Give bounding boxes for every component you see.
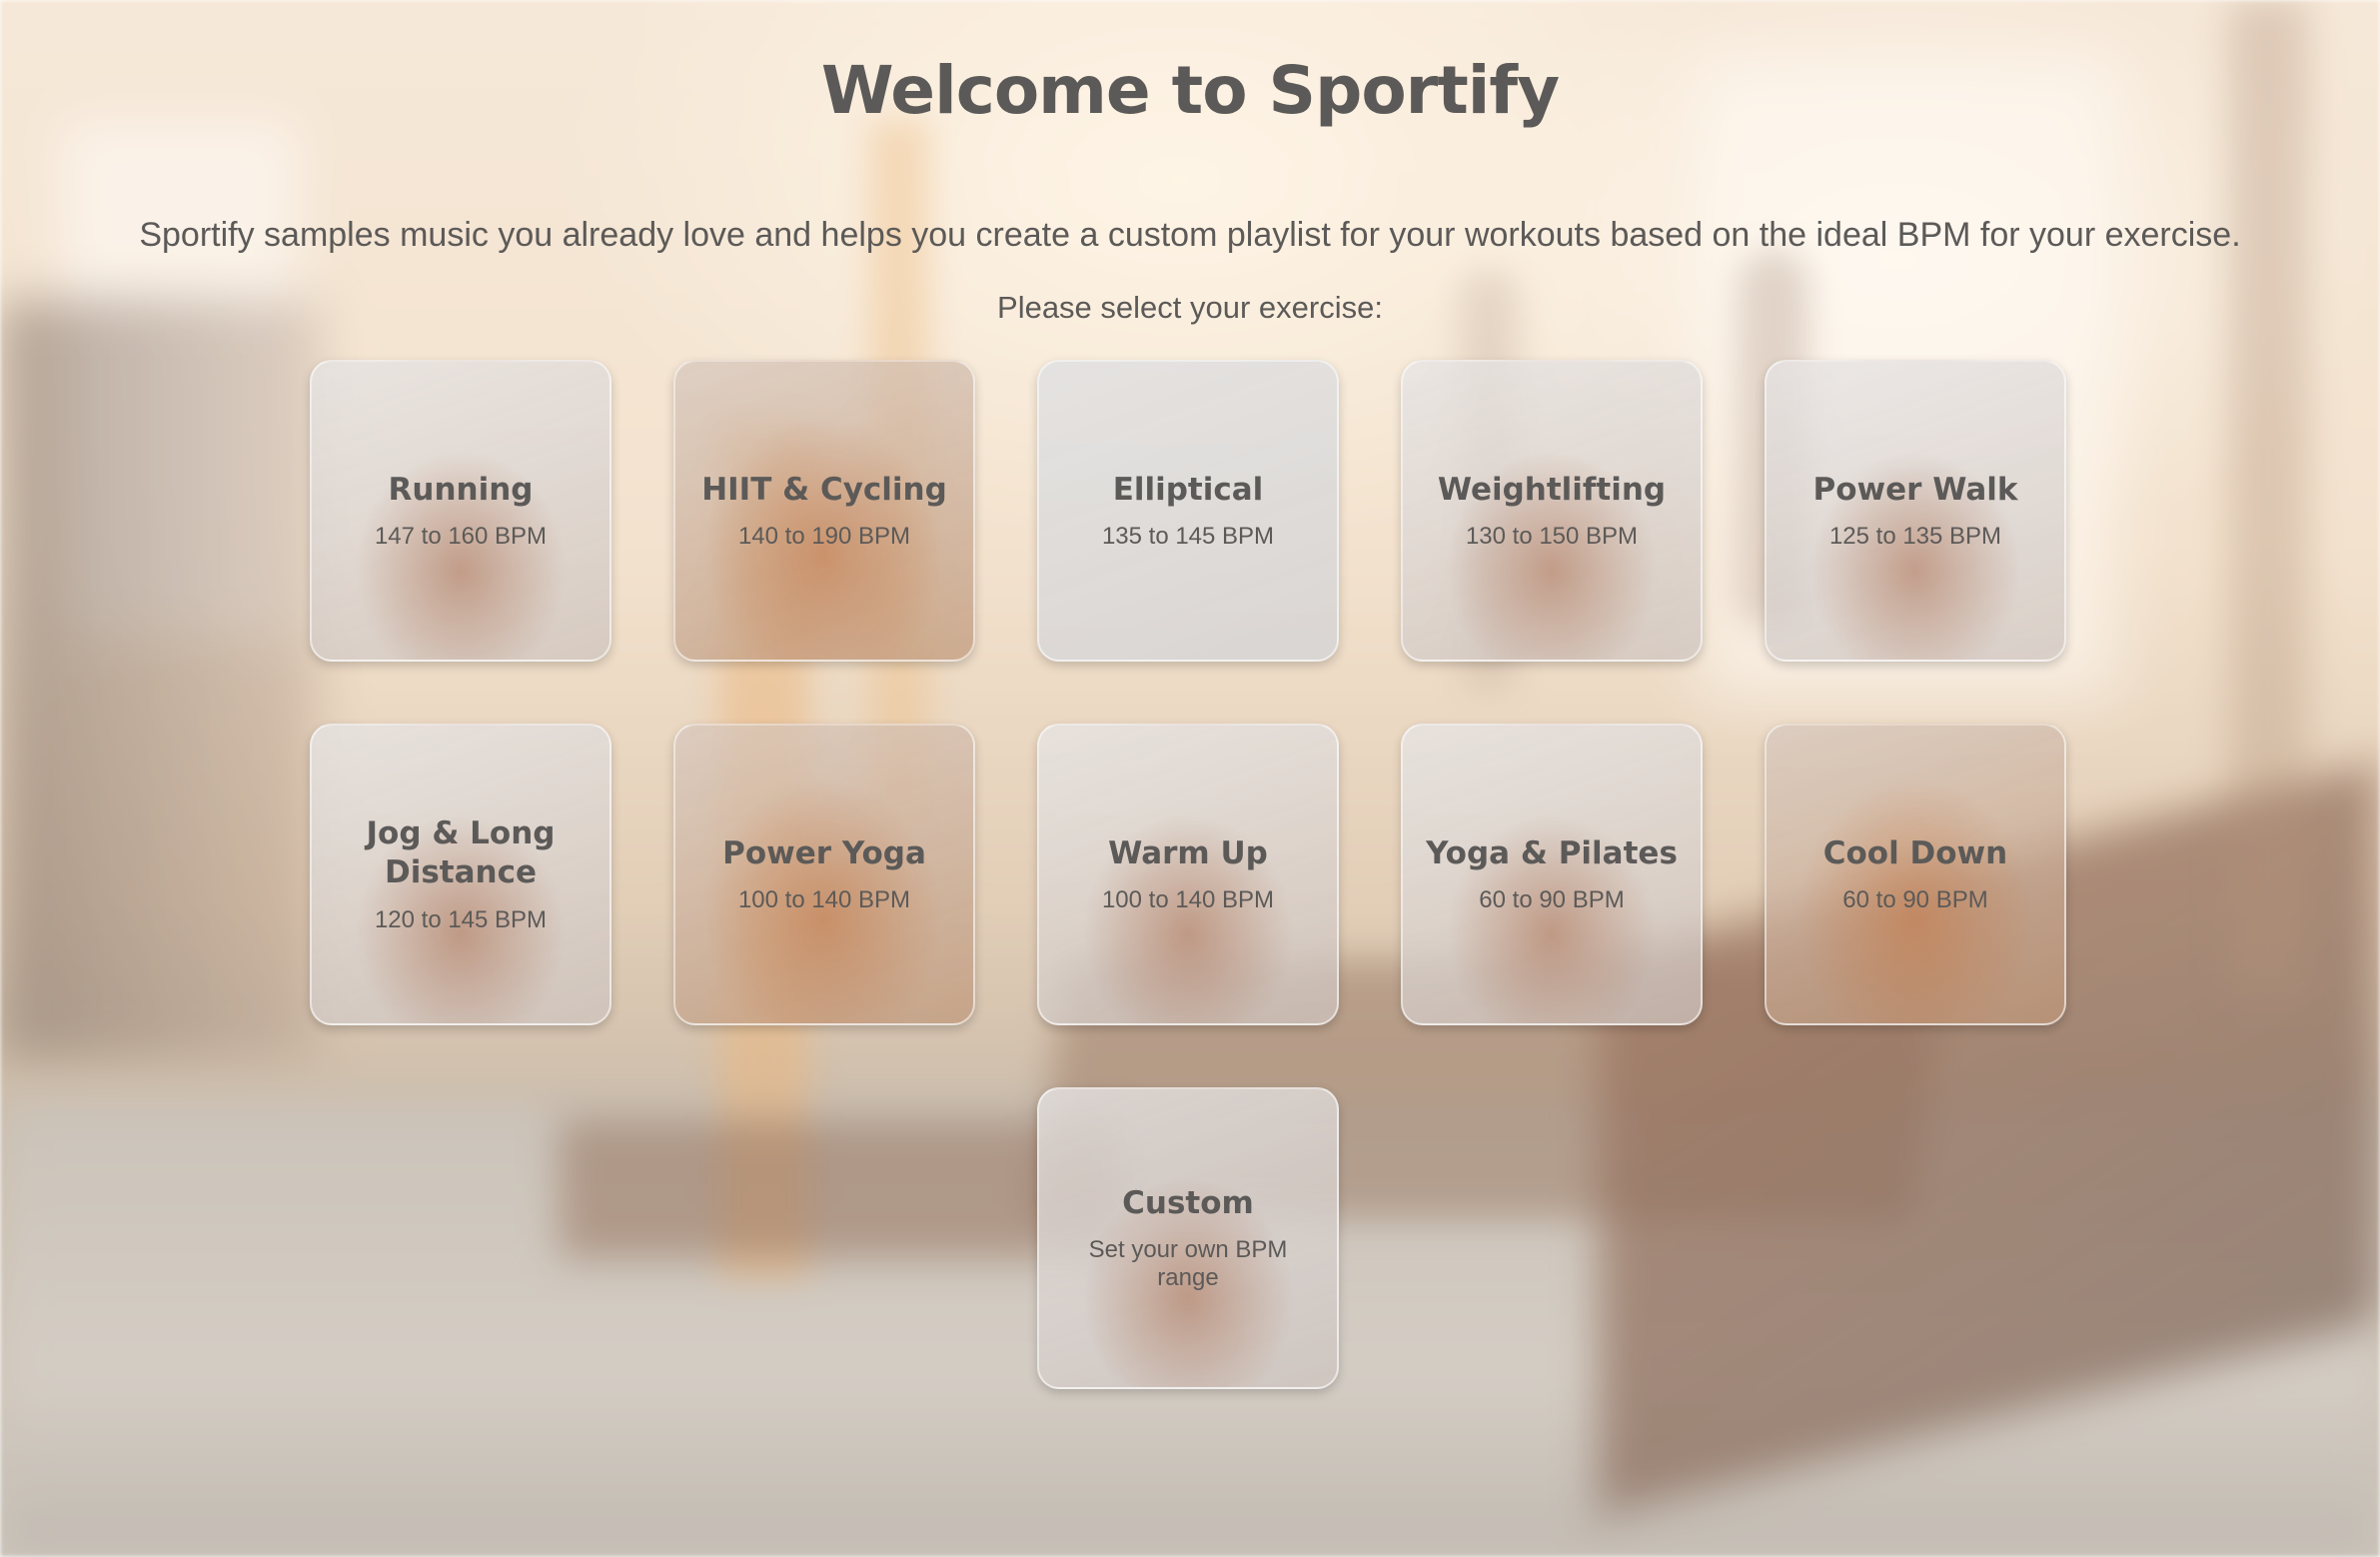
exercise-name: Running <box>388 471 534 508</box>
exercise-name: Power Walk <box>1812 471 2018 508</box>
page-title: Welcome to Sportify <box>820 52 1560 129</box>
exercise-card-power-yoga[interactable]: Power Yoga 100 to 140 BPM <box>673 724 975 1025</box>
exercise-name: Cool Down <box>1822 834 2008 871</box>
exercise-bpm: 147 to 160 BPM <box>374 523 548 551</box>
exercise-card-hiit-cycling[interactable]: HIIT & Cycling 140 to 190 BPM <box>673 360 975 662</box>
exercise-card-power-walk[interactable]: Power Walk 125 to 135 BPM <box>1765 360 2066 662</box>
exercise-name: Jog & Long Distance <box>366 815 556 890</box>
exercise-card-running[interactable]: Running 147 to 160 BPM <box>310 360 611 662</box>
exercise-card-warm-up[interactable]: Warm Up 100 to 140 BPM <box>1037 724 1339 1025</box>
exercise-bpm: 100 to 140 BPM <box>737 886 911 914</box>
page-description: Sportify samples music you already love … <box>139 216 2241 254</box>
exercise-bpm: Set your own BPM range <box>1088 1236 1288 1292</box>
exercise-bpm: 100 to 140 BPM <box>1101 886 1275 914</box>
exercise-card-custom[interactable]: Custom Set your own BPM range <box>1037 1087 1339 1389</box>
exercise-bpm: 120 to 145 BPM <box>374 905 548 933</box>
exercise-name: Warm Up <box>1108 834 1268 871</box>
exercise-card-weightlifting[interactable]: Weightlifting 130 to 150 BPM <box>1401 360 1703 662</box>
exercise-name: Power Yoga <box>722 834 926 871</box>
exercise-bpm: 125 to 135 BPM <box>1828 523 2002 551</box>
exercise-card-yoga-pilates[interactable]: Yoga & Pilates 60 to 90 BPM <box>1401 724 1703 1025</box>
exercise-bpm: 140 to 190 BPM <box>737 523 911 551</box>
exercise-card-cool-down[interactable]: Cool Down 60 to 90 BPM <box>1765 724 2066 1025</box>
exercise-name: Elliptical <box>1112 471 1264 508</box>
exercise-name: Yoga & Pilates <box>1426 834 1678 871</box>
exercise-bpm: 130 to 150 BPM <box>1465 523 1639 551</box>
exercise-card-elliptical[interactable]: Elliptical 135 to 145 BPM <box>1037 360 1339 662</box>
exercise-prompt: Please select your exercise: <box>997 290 1383 325</box>
exercise-bpm: 135 to 145 BPM <box>1101 523 1275 551</box>
exercise-bpm: 60 to 90 BPM <box>1479 886 1625 914</box>
main-content: Welcome to Sportify Sportify samples mus… <box>0 0 2380 1557</box>
exercise-name: HIIT & Cycling <box>701 471 947 508</box>
exercise-name: Weightlifting <box>1437 471 1667 508</box>
exercise-name: Custom <box>1122 1184 1254 1221</box>
exercise-grid: Running 147 to 160 BPM HIIT & Cycling 14… <box>310 360 2068 1389</box>
exercise-bpm: 60 to 90 BPM <box>1842 886 1988 914</box>
exercise-card-jog-long-distance[interactable]: Jog & Long Distance 120 to 145 BPM <box>310 724 611 1025</box>
